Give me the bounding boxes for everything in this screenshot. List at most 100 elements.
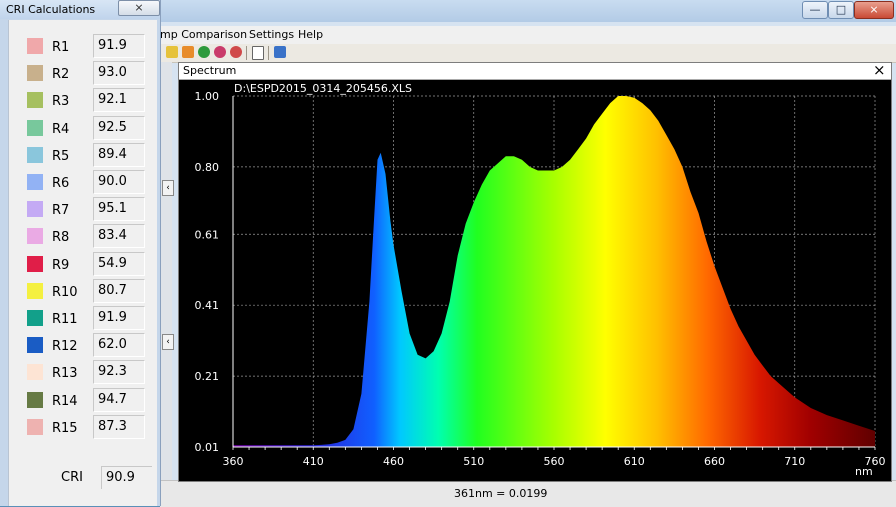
close-button[interactable]: ⨯ xyxy=(854,1,894,19)
x-tick-label: 360 xyxy=(223,455,244,468)
color-swatch xyxy=(27,146,43,163)
ri-label: R5 xyxy=(52,148,70,164)
cri-row: R12 62.0 xyxy=(9,331,157,358)
spectrum-window: Spectrum × 360 410 460 510 560 610 660 7… xyxy=(178,61,892,482)
toolbar xyxy=(160,44,896,63)
cri-panel: R1 91.9 R2 93.0 R3 92.1 R4 92.5 R5 89.4 R6 90.0 R7 95… xyxy=(8,20,157,506)
ri-value-field[interactable]: 54.9 xyxy=(93,251,145,276)
ri-value-field[interactable]: 83.4 xyxy=(93,224,145,249)
ri-value-field[interactable]: 91.9 xyxy=(93,306,145,330)
menu-item-help[interactable]: Help xyxy=(298,28,323,41)
ri-value-field[interactable]: 94.7 xyxy=(93,387,145,412)
x-tick-label: 460 xyxy=(383,455,404,468)
toolbar-divider xyxy=(246,46,247,60)
ri-value-field[interactable]: 90.0 xyxy=(93,170,145,194)
cursor-readout: 361nm = 0.0199 xyxy=(454,487,548,500)
cri-window-title: CRI Calculations xyxy=(6,3,96,16)
ri-value-field[interactable]: 93.0 xyxy=(93,61,145,86)
maximize-button[interactable]: □ xyxy=(828,1,854,19)
ri-label: R15 xyxy=(52,420,78,436)
stop-icon[interactable] xyxy=(230,46,242,58)
ri-label: R12 xyxy=(52,339,78,355)
ri-label: R13 xyxy=(52,366,78,382)
color-swatch xyxy=(27,38,43,54)
ri-label: R6 xyxy=(52,176,70,191)
close-icon[interactable]: × xyxy=(873,61,886,79)
cri-total-field[interactable]: 90.9 xyxy=(101,466,152,489)
color-swatch xyxy=(27,174,43,190)
y-tick-label: 0.80 xyxy=(195,161,220,174)
ok-icon[interactable] xyxy=(198,46,210,58)
spectrum-chart[interactable]: 360 410 460 510 560 610 660 710 7600.010.210.410… xyxy=(179,80,891,481)
ri-value-field[interactable]: 89.4 xyxy=(93,142,145,167)
cri-row: R10 80.7 xyxy=(9,277,157,304)
minimize-button[interactable]: — xyxy=(802,1,828,19)
help-icon[interactable] xyxy=(274,46,286,58)
cri-row: R3 92.1 xyxy=(9,86,157,113)
cri-row: R6 90.0 xyxy=(9,168,157,195)
x-tick-label: 610 xyxy=(624,455,645,468)
main-titlebar: — □ ⨯ xyxy=(160,0,896,22)
x-tick-label: 660 xyxy=(704,455,725,468)
spectrum-window-title: Spectrum xyxy=(183,64,237,77)
color-swatch xyxy=(27,282,43,299)
cri-row: R8 83.4 xyxy=(9,222,157,249)
color-swatch xyxy=(27,418,43,435)
ri-value-field[interactable]: 80.7 xyxy=(93,278,145,303)
ri-value-field[interactable]: 87.3 xyxy=(93,414,145,439)
cri-row: R15 87.3 xyxy=(9,413,157,440)
ri-value-field[interactable]: 91.9 xyxy=(93,34,145,58)
ri-value-field[interactable]: 95.1 xyxy=(93,197,145,222)
y-tick-label: 0.61 xyxy=(195,228,220,241)
x-tick-label: 510 xyxy=(463,455,484,468)
ri-value-field[interactable]: 92.5 xyxy=(93,115,145,140)
cri-row: R11 91.9 xyxy=(9,304,157,331)
color-swatch xyxy=(27,228,43,245)
x-tick-label: 710 xyxy=(784,455,805,468)
cri-row: R4 92.5 xyxy=(9,114,157,141)
chart-icon[interactable] xyxy=(166,46,178,58)
color-swatch xyxy=(27,119,43,136)
chart-title: D:\ESPD2015_0314_205456.XLS xyxy=(234,82,412,95)
spectrum-titlebar: Spectrum × xyxy=(179,61,891,80)
cri-row: R9 54.9 xyxy=(9,250,157,277)
document-icon[interactable] xyxy=(252,46,264,60)
ri-label: R3 xyxy=(52,94,70,110)
collapse-arrow-icon[interactable]: ‹ xyxy=(162,334,174,350)
x-axis-label: nm xyxy=(855,465,873,478)
spectrum-chart-area[interactable]: 360 410 460 510 560 610 660 710 760 0.01 0.21 0.41 0… xyxy=(179,80,891,481)
color-swatch xyxy=(27,65,43,82)
cancel-icon[interactable] xyxy=(214,46,226,58)
status-bar: 361nm = 0.0199 xyxy=(160,480,896,507)
ri-value-field[interactable]: 92.3 xyxy=(93,360,145,385)
ri-label: R9 xyxy=(52,257,70,273)
close-button[interactable]: ⨯ xyxy=(118,0,160,16)
ri-label: R4 xyxy=(52,121,70,137)
ri-label: R7 xyxy=(52,203,70,219)
color-swatch xyxy=(27,310,43,326)
toolbar-divider xyxy=(268,46,269,60)
menu-item-settings[interactable]: Settings xyxy=(249,28,294,41)
color-swatch xyxy=(27,337,43,354)
color-swatch xyxy=(27,92,43,109)
collapse-arrow-icon[interactable]: ‹ xyxy=(162,180,174,196)
color-swatch xyxy=(27,255,43,272)
color-swatch xyxy=(27,391,43,408)
menu-item-lamp-comparison[interactable]: mp Comparison xyxy=(160,28,247,41)
ri-label: R8 xyxy=(52,230,70,246)
cri-row: R14 94.7 xyxy=(9,386,157,413)
ri-label: R14 xyxy=(52,393,78,409)
ri-label: R11 xyxy=(52,312,78,327)
ri-value-field[interactable]: 92.1 xyxy=(93,88,145,113)
left-panel-edge: ‹ ‹ xyxy=(160,62,174,480)
cri-row: R1 91.9 xyxy=(9,32,157,59)
y-tick-label: 1.00 xyxy=(195,90,220,103)
cri-row: R2 93.0 xyxy=(9,59,157,86)
ri-value-field[interactable]: 62.0 xyxy=(93,333,145,358)
cri-total-label: CRI xyxy=(61,470,83,485)
cri-calculations-window: CRI Calculations ⨯ R1 91.9 R2 93.0 R3 92.1 R4 9… xyxy=(0,0,161,506)
compare-icon[interactable] xyxy=(182,46,194,58)
cri-row: R7 95.1 xyxy=(9,195,157,222)
x-tick-label: 560 xyxy=(544,455,565,468)
ri-label: R1 xyxy=(52,40,70,55)
